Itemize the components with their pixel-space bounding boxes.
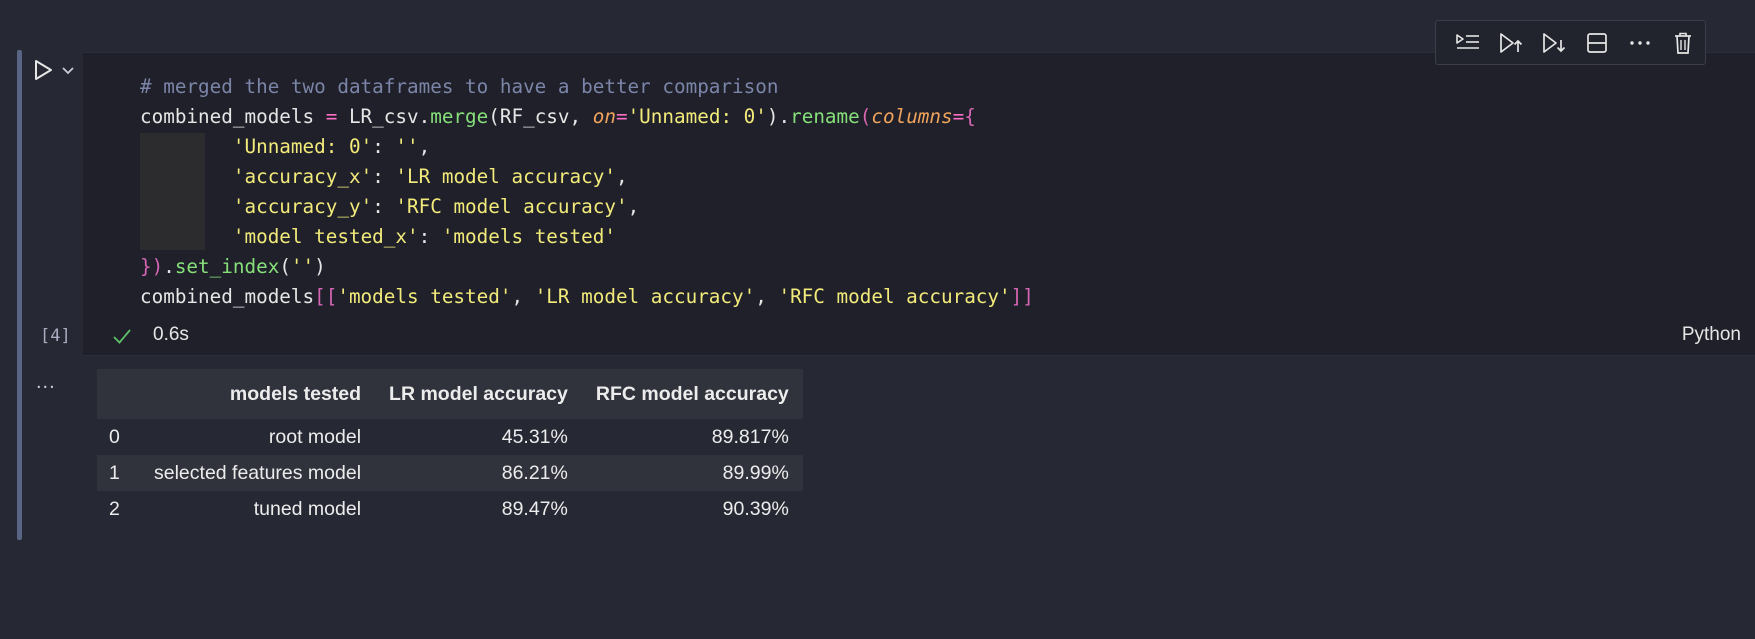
table-cell: 89.99%: [722, 461, 789, 484]
code-line: }).set_index(''): [140, 252, 1034, 282]
code-token: ,: [418, 135, 431, 158]
table-cell: 86.21%: [501, 461, 568, 484]
code-token: 'RFC model accuracy': [395, 195, 628, 218]
code-line: 'accuracy_y': 'RFC model accuracy',: [140, 192, 1034, 222]
execute-above-button[interactable]: [1489, 23, 1532, 63]
chevron-down-icon[interactable]: [61, 64, 75, 76]
code-token: on: [592, 105, 616, 128]
output-more-actions-icon[interactable]: ...: [36, 372, 56, 392]
more-actions-button[interactable]: [1619, 23, 1662, 63]
table-row: 1 selected features model 86.21% 89.99%: [97, 455, 803, 491]
code-token: 'RFC model accuracy': [778, 285, 1011, 308]
code-token: :: [418, 225, 442, 248]
execute-below-button[interactable]: [1532, 23, 1575, 63]
run-by-line-icon: [1455, 33, 1479, 49]
code-token: 'LR model accuracy': [395, 165, 616, 188]
split-cell-button[interactable]: [1576, 23, 1619, 63]
delete-cell-button[interactable]: [1662, 23, 1705, 63]
cell-toolbar: [1435, 20, 1706, 65]
code-token: {: [964, 105, 976, 128]
table-cell: 89.817%: [711, 425, 789, 448]
code-token: ,: [511, 285, 535, 308]
code-token: ).: [766, 105, 791, 128]
code-token: .: [163, 255, 175, 278]
code-token: LR_csv.: [337, 105, 431, 128]
code-line: 'Unnamed: 0': '',: [140, 132, 1034, 162]
code-token: (: [279, 255, 291, 278]
code-token: ,: [755, 285, 779, 308]
code-line: combined_models[['models tested', 'LR mo…: [140, 282, 1034, 312]
column-header: LR model accuracy: [389, 382, 568, 405]
column-header: models tested: [229, 382, 362, 405]
table-cell: root model: [268, 425, 362, 448]
check-icon: [112, 326, 132, 346]
row-index: 1: [109, 461, 120, 484]
execution-time: 0.6s: [153, 324, 189, 345]
cell-focus-bar: [17, 50, 22, 540]
code-token: 'Unnamed: 0': [232, 135, 373, 158]
code-token: 'Unnamed: 0': [627, 105, 767, 128]
code-token: 'model tested_x': [232, 225, 419, 248]
code-token: :: [372, 135, 396, 158]
code-token: rename: [790, 105, 860, 128]
code-line: 'model tested_x': 'models tested': [140, 222, 1034, 252]
code-token: # merged the two dataframes to have a be…: [140, 75, 779, 98]
table-row: 0 root model 45.31% 89.817%: [97, 419, 803, 455]
code-token: combined_models: [140, 285, 315, 308]
code-token: ,: [615, 165, 628, 188]
table-row: 2 tuned model 89.47% 90.39%: [97, 491, 803, 527]
code-token: '': [395, 135, 419, 158]
split-cell-icon: [1587, 32, 1607, 53]
delete-cell-icon: [1675, 32, 1692, 54]
code-line: 'accuracy_x': 'LR model accuracy',: [140, 162, 1034, 192]
code-token: ,: [627, 195, 640, 218]
table-cell: 90.39%: [722, 497, 789, 520]
more-actions-icon: [1630, 40, 1650, 45]
row-index: 0: [109, 425, 120, 448]
code-token: =: [615, 105, 628, 128]
table-cell: selected features model: [154, 461, 362, 484]
code-token: }): [140, 255, 164, 278]
execute-above-icon: [1499, 32, 1522, 53]
code-token: 'models tested': [441, 225, 616, 248]
output-dataframe-table: models tested LR model accuracy RFC mode…: [97, 369, 803, 527]
column-header: RFC model accuracy: [595, 382, 789, 405]
code-token: 'models tested': [337, 285, 512, 308]
code-token: =: [325, 105, 338, 128]
code-token: set_index: [174, 255, 280, 278]
code-token: =: [952, 105, 965, 128]
code-token: ]]: [1010, 285, 1034, 308]
code-token: columns: [871, 105, 953, 128]
code-token: (RF_csv,: [488, 105, 593, 128]
code-line: # merged the two dataframes to have a be…: [140, 72, 1034, 102]
code-token: ): [314, 255, 326, 278]
table-header-row: models tested LR model accuracy RFC mode…: [97, 369, 803, 419]
kernel-language-label[interactable]: Python: [1682, 324, 1741, 346]
column-header: [97, 369, 140, 419]
code-token: merge: [430, 105, 489, 128]
run-cell-button[interactable]: [32, 58, 54, 82]
table-cell: 89.47%: [501, 497, 568, 520]
code-token: '': [290, 255, 315, 278]
code-token: [[: [314, 285, 338, 308]
code-token: (: [859, 105, 872, 128]
code-token: 'accuracy_y': [232, 195, 373, 218]
code-editor-text[interactable]: # merged the two dataframes to have a be…: [140, 72, 1034, 312]
table-cell: 45.31%: [501, 425, 568, 448]
code-token: combined_models: [140, 105, 326, 128]
row-index: 2: [109, 497, 120, 520]
execution-count: [4]: [40, 326, 71, 346]
code-token: 'accuracy_x': [232, 165, 373, 188]
code-token: :: [372, 165, 396, 188]
code-line: combined_models = LR_csv.merge(RF_csv, o…: [140, 102, 1034, 132]
code-token: 'LR model accuracy': [534, 285, 756, 308]
code-token: :: [372, 195, 396, 218]
execute-below-icon: [1543, 32, 1566, 53]
run-by-line-button[interactable]: [1446, 23, 1489, 63]
table-cell: tuned model: [253, 497, 362, 520]
